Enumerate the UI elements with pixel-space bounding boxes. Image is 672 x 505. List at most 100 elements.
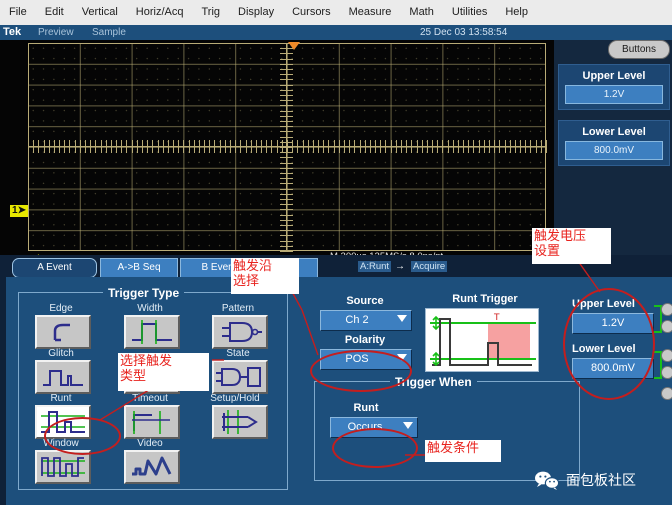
tick-mark [163,140,164,153]
tick-mark [168,140,169,153]
tick-mark [80,140,81,153]
trigger-type-pattern[interactable] [212,315,268,349]
menu-item-cursors[interactable]: Cursors [283,0,340,25]
watermark-text: 面包板社区 [566,470,636,490]
tick-mark [313,140,314,153]
tick-mark [280,183,293,184]
menu-item-display[interactable]: Display [229,0,283,25]
knob-lower-b[interactable] [661,366,672,379]
trigger-type-state[interactable] [212,360,268,394]
trigger-type-video[interactable] [124,450,180,484]
tick-mark [90,140,91,153]
breadcrumb-acquire[interactable]: Acquire [411,261,447,272]
knob-upper-b[interactable] [661,320,672,333]
video-icon [126,452,178,482]
tick-mark [106,140,107,153]
tick-mark [370,140,371,153]
menu-item-measure[interactable]: Measure [340,0,401,25]
menu-item-horiz-acq[interactable]: Horiz/Acq [127,0,193,25]
timeout-icon [126,407,178,437]
waveform-display[interactable]: 1➤ Ch1 500mV M 200µs 125MS/s 8.0ns/pt A … [0,40,554,255]
tick-mark [194,140,195,153]
lower-level-value[interactable]: 800.0mV [565,141,663,160]
tick-mark [280,194,293,195]
tick-mark [308,140,309,153]
tick-mark [280,230,293,231]
tick-mark [280,225,293,226]
trigger-type-title: Trigger Type [103,286,184,300]
tick-mark [280,90,293,91]
menu-item-utilities[interactable]: Utilities [443,0,496,25]
tick-mark [132,140,133,153]
menu-item-edit[interactable]: Edit [36,0,73,25]
tick-mark [69,140,70,153]
source-value: Ch 2 [321,311,393,330]
upper-level-box: Upper Level 1.2V [558,64,670,110]
trigger-type-setup-hold[interactable] [212,405,268,439]
tick-mark [365,140,366,153]
tick-mark [297,140,298,153]
tick-mark [116,140,117,153]
chevron-down-icon [397,315,407,322]
tick-mark [256,140,257,153]
tick-mark [385,140,386,153]
menu-item-trig[interactable]: Trig [192,0,229,25]
tick-mark [225,140,226,153]
tick-mark [54,140,55,153]
trigger-type-timeout[interactable] [124,405,180,439]
knob-extra[interactable] [661,387,672,400]
knob-upper-a[interactable] [661,303,672,316]
tick-mark [334,140,335,153]
menu-item-help[interactable]: Help [496,0,537,25]
tab-a-event[interactable]: A Event [12,258,97,278]
tick-mark [280,105,293,106]
tick-mark [280,204,293,205]
runt-condition-highlight-ellipse [332,428,418,468]
watermark: 面包板社区 [534,470,636,490]
trigger-type-edge[interactable] [35,315,91,349]
tick-mark [280,199,293,200]
tick-mark [111,140,112,153]
tick-mark [49,140,50,153]
tick-mark [280,173,293,174]
runt-preview-title: Runt Trigger [425,293,545,305]
upper-level-value[interactable]: 1.2V [565,85,663,104]
tick-mark [282,140,283,153]
trigger-type-label-setup-hold: Setup/Hold [203,393,267,404]
tick-mark [525,140,526,153]
breadcrumb-trigger[interactable]: A:Runt [358,261,391,272]
tick-mark [199,140,200,153]
source-select[interactable]: Ch 2 [320,310,412,331]
trigger-type-label-state: State [206,348,270,359]
menu-item-file[interactable]: File [0,0,36,25]
ch1-ground-marker[interactable]: 1➤ [10,205,28,217]
tick-mark [344,140,345,153]
trigger-type-glitch[interactable] [35,360,91,394]
horizontal-tick-marks [28,140,546,153]
tick-mark [380,140,381,153]
runt-button-highlight-ellipse [44,417,121,455]
tick-mark [505,140,506,153]
tick-mark [280,79,293,80]
tick-mark [323,140,324,153]
trigger-position-marker[interactable] [288,42,300,50]
menu-item-vertical[interactable]: Vertical [73,0,127,25]
lower-level-box: Lower Level 800.0mV [558,120,670,166]
tick-mark [214,140,215,153]
tick-mark [453,140,454,153]
runt-waveform-icon: T [426,309,538,371]
tick-mark [280,215,293,216]
acquisition-mode: Sample [92,27,126,38]
tick-mark [183,140,184,153]
window-icon [37,452,89,482]
trigger-type-window[interactable] [35,450,91,484]
knob-lower-a[interactable] [661,349,672,362]
tick-mark [280,131,293,132]
tick-mark [85,140,86,153]
tick-mark [463,140,464,153]
buttons-button[interactable]: Buttons [608,40,670,59]
trigger-type-width[interactable] [124,315,180,349]
menu-item-math[interactable]: Math [400,0,442,25]
polarity-highlight-ellipse [310,350,412,392]
tab-a-b-seq[interactable]: A->B Seq [100,258,178,278]
